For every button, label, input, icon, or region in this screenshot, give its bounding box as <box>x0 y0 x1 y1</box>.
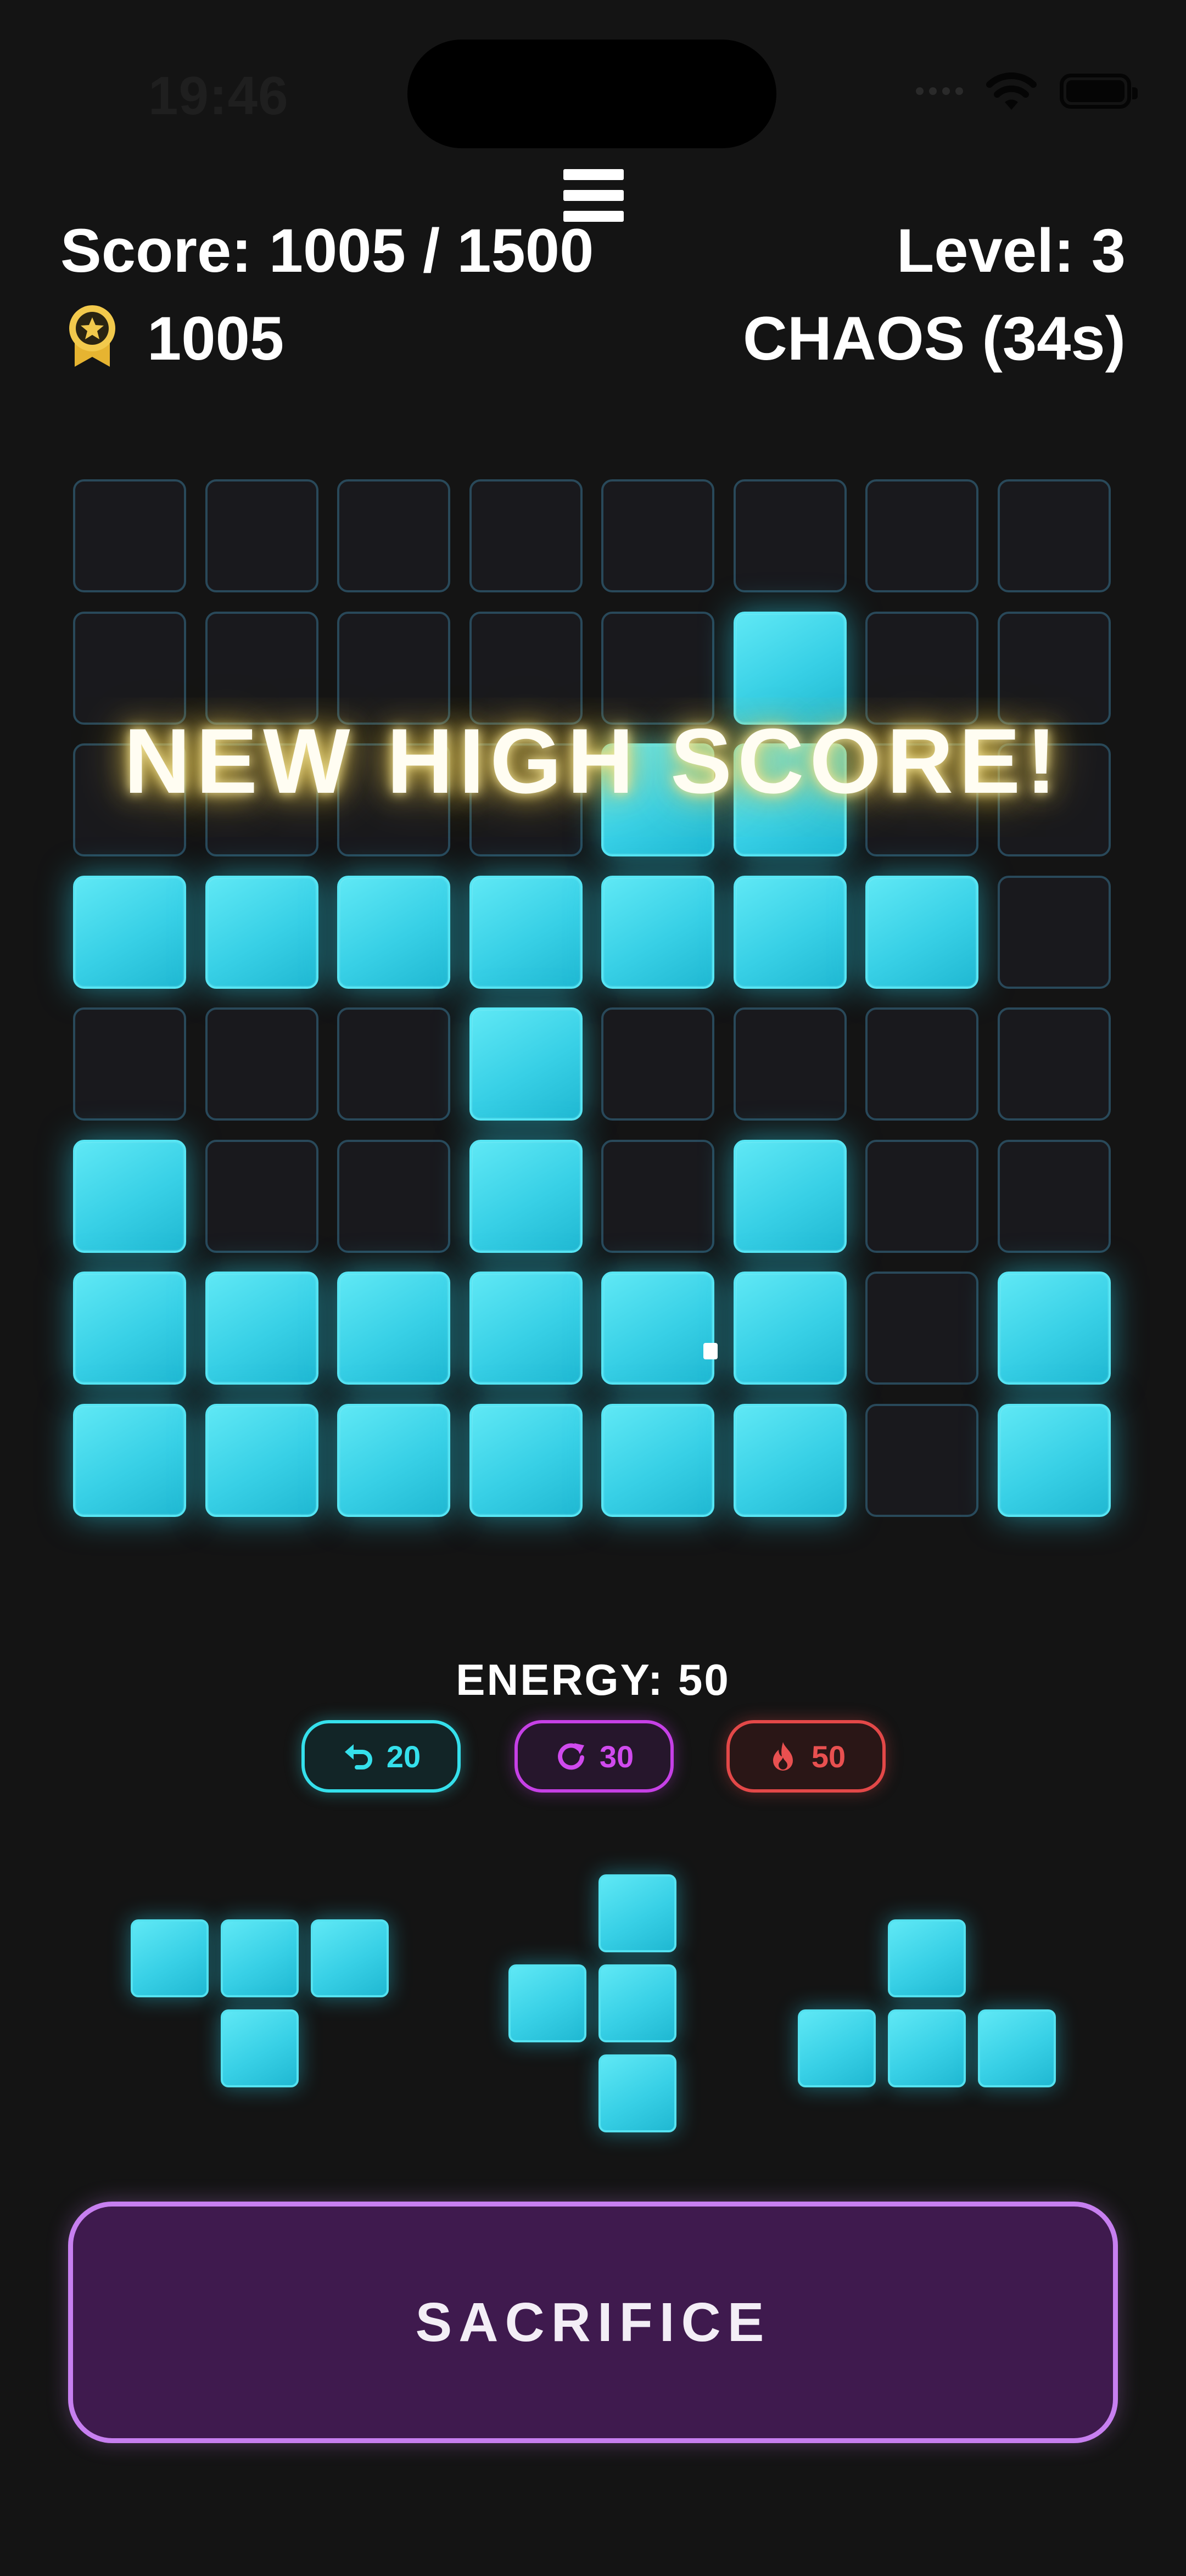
new-high-score-banner: NEW HIGH SCORE! <box>124 709 1062 813</box>
fire-powerup-button[interactable]: 50 <box>726 1720 886 1793</box>
status-time: 19:46 <box>148 65 289 126</box>
board-cell-empty[interactable] <box>337 1140 450 1253</box>
board-cell-empty[interactable] <box>337 1007 450 1121</box>
board-cell-filled[interactable] <box>601 876 714 989</box>
fire-cost: 50 <box>811 1739 846 1774</box>
mode-timer-label: CHAOS (34s) <box>742 304 1126 373</box>
piece-block <box>888 2009 966 2087</box>
tray-piece-1[interactable] <box>131 1919 389 2087</box>
piece-block <box>508 1964 586 2042</box>
energy-label: ENERGY: 50 <box>456 1655 730 1704</box>
board-cell-filled[interactable] <box>73 1272 186 1385</box>
status-icons <box>916 71 1138 111</box>
undo-icon <box>344 1744 372 1769</box>
board-cell-empty[interactable] <box>205 479 318 592</box>
rotate-icon <box>557 1743 584 1770</box>
board-cell-empty[interactable] <box>734 479 847 592</box>
piece-block <box>311 1919 389 1997</box>
board-cell-empty[interactable] <box>865 1272 978 1385</box>
board-cell-empty[interactable] <box>998 1140 1111 1253</box>
piece-block <box>131 1919 209 1997</box>
board-cell-empty[interactable] <box>998 876 1111 989</box>
board-cell-filled[interactable] <box>734 1272 847 1385</box>
tray-piece-2[interactable] <box>508 1874 676 2132</box>
fire-icon <box>773 1742 793 1771</box>
board-cell-empty[interactable] <box>601 479 714 592</box>
board-cell-filled[interactable] <box>337 1272 450 1385</box>
rotate-cost: 30 <box>599 1739 634 1774</box>
board-cell-filled[interactable] <box>601 1404 714 1517</box>
piece-block <box>598 2054 676 2132</box>
board-cell-filled[interactable] <box>469 1140 583 1253</box>
board-cell-filled[interactable] <box>601 1272 714 1385</box>
board-cell-filled[interactable] <box>998 1272 1111 1385</box>
board-cell-empty[interactable] <box>865 1140 978 1253</box>
undo-cost: 20 <box>386 1739 421 1774</box>
battery-icon <box>1060 74 1138 109</box>
board-cell-filled[interactable] <box>734 1140 847 1253</box>
board-cell-filled[interactable] <box>205 876 318 989</box>
piece-block <box>798 2009 876 2087</box>
award-ribbon-icon <box>69 305 115 367</box>
board-cell-filled[interactable] <box>337 876 450 989</box>
wifi-icon <box>986 72 1037 110</box>
board-cell-filled[interactable] <box>469 1404 583 1517</box>
board-cell-empty[interactable] <box>73 479 186 592</box>
board-cell-empty[interactable] <box>734 1007 847 1121</box>
board-cell-empty[interactable] <box>73 1007 186 1121</box>
board-cell-empty[interactable] <box>469 479 583 592</box>
board-cell-empty[interactable] <box>865 1404 978 1517</box>
piece-block <box>888 1919 966 1997</box>
dynamic-island <box>407 40 776 148</box>
board-cell-empty[interactable] <box>601 1140 714 1253</box>
piece-block <box>598 1964 676 2042</box>
piece-block <box>221 1919 299 1997</box>
board-cell-filled[interactable] <box>205 1404 318 1517</box>
touch-indicator <box>703 1343 718 1359</box>
board-cell-empty[interactable] <box>998 479 1111 592</box>
board-cell-empty[interactable] <box>865 1007 978 1121</box>
score-label: Score: 1005 / 1500 <box>60 216 594 285</box>
level-label: Level: 3 <box>896 216 1126 285</box>
piece-block <box>598 1874 676 1952</box>
board-cell-filled[interactable] <box>205 1272 318 1385</box>
board-cell-filled[interactable] <box>73 1404 186 1517</box>
game-board[interactable] <box>73 479 1113 1519</box>
high-score-value: 1005 <box>147 304 284 373</box>
signal-icon <box>916 87 963 95</box>
board-cell-filled[interactable] <box>998 1404 1111 1517</box>
board-cell-empty[interactable] <box>601 1007 714 1121</box>
board-cell-empty[interactable] <box>205 1007 318 1121</box>
game-screen: 19:46 Score: 1005 / 1500 Level: 3 1005 C… <box>0 0 1186 2576</box>
board-cell-filled[interactable] <box>73 876 186 989</box>
board-cell-empty[interactable] <box>865 479 978 592</box>
board-cell-filled[interactable] <box>734 876 847 989</box>
hamburger-menu-icon[interactable] <box>563 169 624 222</box>
piece-block <box>221 2009 299 2087</box>
board-cell-filled[interactable] <box>337 1404 450 1517</box>
board-cell-filled[interactable] <box>734 1404 847 1517</box>
board-cell-empty[interactable] <box>998 1007 1111 1121</box>
board-cell-filled[interactable] <box>865 876 978 989</box>
piece-block <box>978 2009 1056 2087</box>
board-cell-filled[interactable] <box>73 1140 186 1253</box>
board-cell-filled[interactable] <box>469 1272 583 1385</box>
board-cell-filled[interactable] <box>469 876 583 989</box>
board-cell-filled[interactable] <box>469 1007 583 1121</box>
rotate-powerup-button[interactable]: 30 <box>514 1720 674 1793</box>
board-cell-empty[interactable] <box>337 479 450 592</box>
tray-piece-3[interactable] <box>798 1919 1056 2087</box>
board-cell-empty[interactable] <box>205 1140 318 1253</box>
sacrifice-button[interactable]: SACRIFICE <box>68 2202 1118 2443</box>
undo-powerup-button[interactable]: 20 <box>301 1720 461 1793</box>
